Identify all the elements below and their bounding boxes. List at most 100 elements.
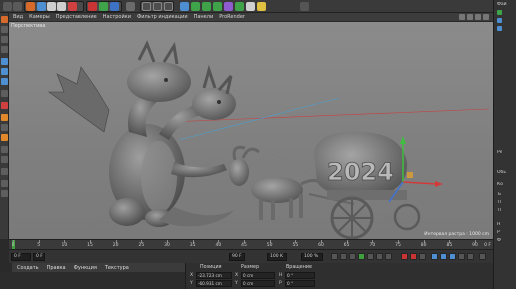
layout-icon[interactable] [300,2,309,11]
orbit-icon[interactable] [475,14,481,20]
tweak-icon[interactable] [1,124,8,131]
perspective-viewport[interactable]: 2024 Перспектива Интервал растра : 1000 … [9,22,493,239]
grid-icon[interactable] [1,190,8,197]
heading-field[interactable]: 0 ° [285,272,315,279]
go-to-start-button[interactable] [331,253,338,260]
pitch-field[interactable]: 0 ° [285,280,315,287]
panel-coords-label[interactable]: Ко [497,182,503,187]
world-coordinates-icon[interactable] [126,2,135,11]
recent-tool-icon[interactable] [68,2,77,11]
locked-workplane-icon[interactable] [1,146,8,153]
timeline-tick-label: 5 [37,243,41,248]
pen-icon[interactable] [191,2,200,11]
array-icon[interactable] [213,2,222,11]
x-size-axis-label: X [235,273,239,278]
zoom-icon[interactable] [467,14,473,20]
y-position-field[interactable]: -60.931 cm [196,280,232,287]
subdivision-icon[interactable] [202,2,211,11]
position-key-button[interactable] [431,253,438,260]
points-mode-icon[interactable] [1,58,8,65]
render-picture-viewer-icon[interactable] [153,2,162,11]
start-frame-field[interactable]: 0 F [11,253,31,261]
object-icon[interactable] [497,26,502,31]
autokey-button[interactable] [410,253,417,260]
z-axis-icon[interactable] [110,2,119,11]
record-key-button[interactable] [401,253,408,260]
planar-workplane-icon[interactable] [1,156,8,163]
undo-icon[interactable] [3,2,12,11]
render-settings-icon[interactable] [164,2,173,11]
play-button[interactable] [358,253,365,260]
object-manager-panel: Фай Ре Обь Ко Б П П Н Р Ф [493,0,516,289]
menu-filter[interactable]: Фильтр индикации [137,14,188,20]
next-frame-button[interactable] [367,253,374,260]
timeline-ruler[interactable]: 0 5 10 15 20 25 30 35 40 45 50 55 60 65 70 75 80 85 90 0 F [9,239,493,250]
timeline-tick-label: 55 [292,243,299,248]
x-axis-icon[interactable] [88,2,97,11]
maximize-view-icon[interactable] [483,14,489,20]
material-menu-create[interactable]: Создать [17,265,39,271]
panel-menu-file[interactable]: Фай [497,2,507,7]
workplane-icon[interactable] [1,46,8,53]
panel-object-label[interactable]: Обь [497,170,506,175]
keyframe-selection-button[interactable] [419,253,426,260]
menu-cameras[interactable]: Камеры [29,14,50,20]
deformer-icon[interactable] [224,2,233,11]
render-view-icon[interactable] [142,2,151,11]
make-editable-icon[interactable] [1,16,8,23]
material-menu-edit[interactable]: Правка [47,265,66,271]
menu-panel[interactable]: Панели [194,14,214,20]
zoom-field[interactable]: 100 % [301,253,323,261]
cube-icon[interactable] [180,2,189,11]
panel-mode-label[interactable]: Ре [497,150,502,155]
timeline-menu-button[interactable] [479,253,486,260]
snap-icon[interactable] [1,102,8,109]
current-frame-field[interactable]: 0 F [33,253,45,261]
quantize-icon[interactable] [1,168,8,175]
camera-icon[interactable] [246,2,255,11]
uv-mode-icon[interactable] [1,90,8,97]
previous-frame-button[interactable] [349,253,356,260]
param-key-button[interactable] [458,253,465,260]
menu-view[interactable]: Вид [13,14,23,20]
y-axis-icon[interactable] [99,2,108,11]
panel-row-label: Р [497,230,500,235]
light-icon[interactable] [257,2,266,11]
axis-mode-icon[interactable] [1,114,8,121]
rotate-icon[interactable] [57,2,66,11]
move-icon[interactable] [37,2,46,11]
model-mode-icon[interactable] [1,26,8,33]
solo-icon[interactable] [1,180,8,187]
pla-key-button[interactable] [467,253,474,260]
material-menu-texture[interactable]: Текстура [105,265,129,271]
material-menu-function[interactable]: Функция [74,265,97,271]
material-panel-handle [0,263,12,272]
mode-toolbar [0,13,9,239]
x-position-field[interactable]: -23.723 cm [196,272,232,279]
x-size-field[interactable]: 0 cm [241,272,275,279]
timeline-tick-label: 65 [343,243,350,248]
next-key-button[interactable] [376,253,383,260]
object-icon[interactable] [497,10,502,15]
scale-key-button[interactable] [440,253,447,260]
live-selection-icon[interactable] [26,2,35,11]
menu-options[interactable]: Настройки [103,14,131,20]
menu-prorender[interactable]: ProRender [219,14,245,20]
menu-display[interactable]: Представление [56,14,97,20]
edges-mode-icon[interactable] [1,68,8,75]
y-size-field[interactable]: 0 cm [241,280,275,287]
redo-icon[interactable] [13,2,22,11]
pan-icon[interactable] [459,14,465,20]
panel-row-label: П [498,200,502,205]
object-icon[interactable] [497,18,502,23]
fps-field[interactable]: 100 K [267,253,287,261]
previous-key-button[interactable] [340,253,347,260]
polygons-mode-icon[interactable] [1,78,8,85]
scale-icon[interactable] [47,2,56,11]
scene-icon[interactable] [235,2,244,11]
sculpt-icon[interactable] [1,134,8,141]
texture-mode-icon[interactable] [1,36,8,43]
rotation-key-button[interactable] [449,253,456,260]
go-to-end-button[interactable] [385,253,392,260]
end-frame-field[interactable]: 90 F [229,253,245,261]
